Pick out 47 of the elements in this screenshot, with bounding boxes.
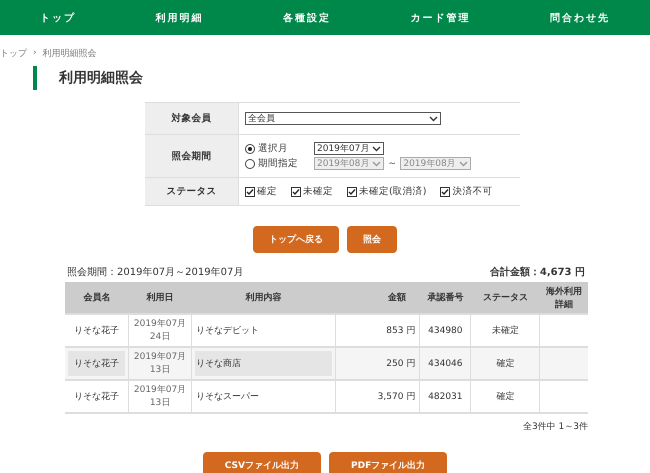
month-dropdown[interactable]: 2019年07月 <box>314 142 384 155</box>
breadcrumb-item: 利用明細照会 <box>42 48 97 60</box>
checkbox[interactable] <box>347 186 357 196</box>
action-button[interactable]: トップへ戻る <box>253 226 339 253</box>
export-button[interactable]: CSVファイル出力 <box>202 452 321 473</box>
column-header: 会員名 <box>65 282 129 314</box>
range-separator: ～ <box>387 157 398 170</box>
chevron-icon <box>458 160 468 166</box>
column-header: 承認番号 <box>420 282 471 314</box>
breadcrumb-item[interactable]: トップ <box>0 46 27 60</box>
column-header: 金額 <box>336 282 420 314</box>
checkbox-label: 未確定(取消済) <box>359 185 426 198</box>
checkbox-label: 未確定 <box>303 185 333 198</box>
total-amount: 合計金額：4,673 円 <box>490 266 585 279</box>
field-label: 照会期間 <box>145 134 238 178</box>
table-cell: りそな商店 <box>192 347 336 380</box>
column-header: 利用内容 <box>192 282 336 314</box>
breadcrumb-separator: › <box>33 48 37 58</box>
checkbox[interactable] <box>245 186 255 196</box>
radio-button[interactable] <box>245 144 255 154</box>
column-header: 利用日 <box>128 282 192 314</box>
nav-link[interactable]: トップ <box>40 10 76 24</box>
chevron-icon <box>429 116 438 122</box>
checkbox-label: 決済不可 <box>452 185 492 198</box>
table-row[interactable]: りそな花子 2019年07月13日 りそなスーパー 3,570 円 482031 確定 <box>65 380 588 413</box>
page-title: 利用明細照会 <box>33 66 650 90</box>
table-row[interactable]: りそな花子 2019年07月13日 りそな商店 250 円 434046 確定 <box>65 347 588 380</box>
radio-button[interactable] <box>245 158 255 168</box>
field-label: ステータス <box>145 178 238 206</box>
nav-link[interactable]: 利用明細 <box>155 10 204 24</box>
member-dropdown[interactable]: 全会員 <box>245 112 441 125</box>
export-button[interactable]: PDFファイル出力 <box>329 452 448 473</box>
checkbox[interactable] <box>440 186 450 196</box>
nav-link[interactable]: 問合わせ先 <box>550 10 610 24</box>
action-button[interactable]: 照会 <box>347 226 397 253</box>
nav-link[interactable]: カード管理 <box>410 10 471 24</box>
column-header: 海外利用詳細 <box>540 282 588 314</box>
radio-label: 選択月 <box>258 142 289 155</box>
column-header: ステータス <box>470 282 540 314</box>
pagination-text: 全3件中 1～3件 <box>522 422 588 432</box>
checkbox-label: 確定 <box>257 185 277 198</box>
period-text: 照会期間：2019年07月～2019年07月 <box>67 266 244 279</box>
radio-label: 期間指定 <box>258 157 299 170</box>
table-cell: りそな花子 <box>65 347 129 380</box>
checkbox[interactable] <box>291 186 301 196</box>
nav-link[interactable]: 各種設定 <box>282 10 331 24</box>
field-label: 対象会員 <box>145 102 238 134</box>
